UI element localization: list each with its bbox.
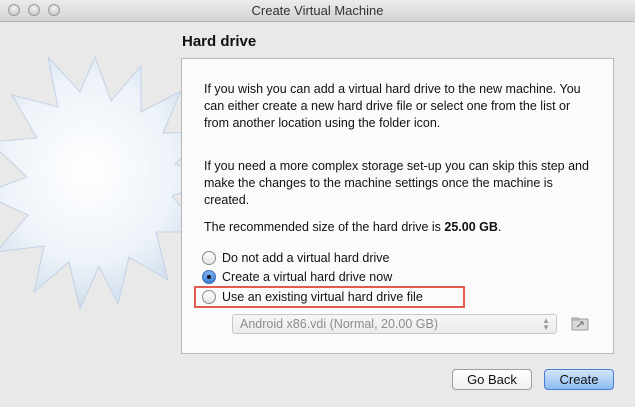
radio-no-drive[interactable] xyxy=(202,251,216,265)
option-create-drive-label: Create a virtual hard drive now xyxy=(222,270,393,284)
up-down-chevron-icon: ▲ ▼ xyxy=(542,316,550,332)
recommended-size-value: 25.00 GB xyxy=(444,220,498,234)
create-button[interactable]: Create xyxy=(544,369,614,390)
content-panel: If you wish you can add a virtual hard d… xyxy=(181,58,614,354)
radio-create-drive[interactable] xyxy=(202,270,216,284)
option-create-drive[interactable]: Create a virtual hard drive now xyxy=(202,268,392,286)
storage-paragraph: If you need a more complex storage set-u… xyxy=(204,159,589,207)
option-no-drive-label: Do not add a virtual hard drive xyxy=(222,251,390,265)
intro-paragraph: If you wish you can add a virtual hard d… xyxy=(204,82,581,130)
highlight-box xyxy=(194,286,465,308)
title-bar: Create Virtual Machine xyxy=(0,0,635,22)
existing-disk-select[interactable]: Android x86.vdi (Normal, 20.00 GB) ▲ ▼ xyxy=(232,314,557,334)
recommended-suffix: . xyxy=(497,220,502,234)
window-title: Create Virtual Machine xyxy=(251,3,384,18)
recommended-size-text: The recommended size of the hard drive i… xyxy=(204,219,596,236)
create-vm-window: Create Virtual Machine Hard drive If you… xyxy=(0,0,635,407)
go-back-button[interactable]: Go Back xyxy=(452,369,532,390)
folder-icon[interactable] xyxy=(571,316,589,331)
virtualbox-starburst-graphic xyxy=(0,55,200,311)
existing-disk-select-value: Android x86.vdi (Normal, 20.00 GB) xyxy=(240,317,439,331)
option-no-drive[interactable]: Do not add a virtual hard drive xyxy=(202,249,389,267)
page-heading: Hard drive xyxy=(182,33,257,50)
recommended-prefix: The recommended size of the hard drive i… xyxy=(204,220,445,234)
